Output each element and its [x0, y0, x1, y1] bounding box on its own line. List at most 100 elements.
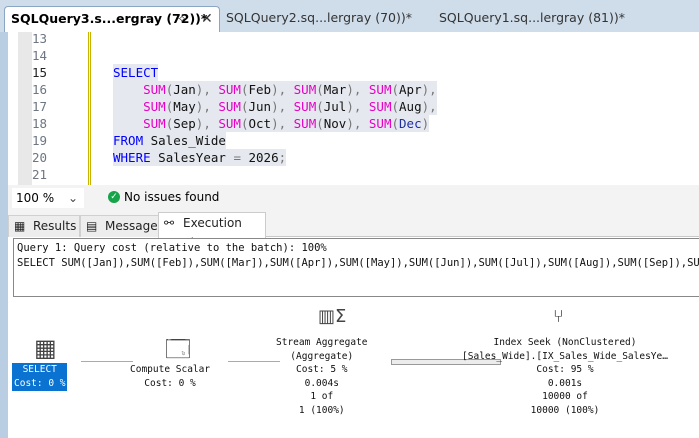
code-token: Oct	[248, 116, 272, 131]
code-line[interactable]: WHERE SalesYear = 2026;	[113, 149, 287, 166]
code-token: Sep	[173, 116, 196, 131]
execution-plan-icon: ⚯	[164, 216, 175, 230]
code-token: Jun	[248, 99, 272, 114]
code-token: =	[233, 150, 241, 165]
code-token: ),	[421, 99, 437, 114]
code-token: Apr	[399, 82, 422, 97]
line-number: 19	[32, 133, 48, 148]
code-token: ),	[271, 82, 294, 97]
tab-results[interactable]: ▦ Results	[8, 215, 80, 237]
code-line[interactable]: FROM Sales_Wide	[113, 132, 226, 149]
issues-status: No issues found	[124, 190, 220, 204]
code-token: Nov	[323, 116, 347, 131]
code-token: Jul	[323, 99, 347, 114]
tab-sqlquery1[interactable]: SQLQuery1.sq...lergray (81))*	[439, 6, 625, 32]
editor-status-bar: 100 % ⌄ ✓ No issues found	[8, 185, 699, 211]
code-token: ),	[195, 99, 219, 114]
chevron-down-icon: ⌄	[67, 191, 78, 205]
code-token: ),	[271, 99, 294, 114]
tab-sqlquery2[interactable]: SQLQuery2.sq...lergray (70))*	[226, 6, 412, 32]
plan-arrow	[228, 361, 280, 362]
code-token: Jan	[173, 82, 196, 97]
change-indicator	[88, 32, 91, 185]
code-token: (	[391, 99, 400, 114]
messages-icon: ▤	[86, 219, 98, 233]
code-token: ),	[195, 116, 219, 131]
plan-node-compute-scalar[interactable]: Compute Scalar Cost: 0 %	[130, 363, 210, 391]
tab-sqlquery3[interactable]: SQLQuery3.s...ergray (72))* ✧ ✕	[4, 6, 220, 32]
code-token: (	[316, 99, 324, 114]
code-token: ),	[346, 99, 369, 114]
close-icon[interactable]: ✕	[201, 7, 213, 31]
line-number: 21	[32, 167, 48, 182]
line-number: 13	[32, 31, 48, 46]
index-seek-icon: ⑂	[553, 306, 564, 327]
code-token: ),	[271, 116, 294, 131]
code-token: ),	[346, 116, 369, 131]
code-token: May	[173, 99, 196, 114]
plan-node-stream-aggregate[interactable]: Stream Aggregate (Aggregate) Cost: 5 % 0…	[276, 336, 368, 417]
code-token: SUM	[143, 99, 166, 114]
code-token: SUM	[143, 116, 166, 131]
line-number: 20	[32, 150, 48, 165]
plan-node-select[interactable]: SELECT Cost: 0 %	[12, 363, 68, 391]
plan-query-header: Query 1: Query cost (relative to the bat…	[13, 238, 699, 297]
code-token: SUM	[218, 99, 241, 114]
code-line[interactable]: SUM(Sep), SUM(Oct), SUM(Nov), SUM(Dec)	[113, 115, 430, 132]
code-line[interactable]: SELECT	[113, 64, 159, 81]
document-tab-bar: SQLQuery3.s...ergray (72))* ✧ ✕ SQLQuery…	[0, 0, 699, 32]
code-token: ),	[346, 82, 369, 97]
code-token: 2026	[240, 150, 279, 165]
code-token: SUM	[218, 82, 241, 97]
pin-icon[interactable]: ✧	[177, 7, 187, 31]
stream-aggregate-icon: ▥Σ	[318, 306, 347, 327]
code-token: (	[391, 116, 400, 131]
line-number: 14	[32, 48, 48, 63]
code-token: SUM	[143, 82, 166, 97]
code-token: (	[391, 82, 400, 97]
code-token: SUM	[368, 82, 392, 97]
tab-messages[interactable]: ▤ Messages	[80, 215, 166, 237]
code-token: FROM	[113, 133, 144, 148]
code-token: WHERE	[113, 150, 151, 165]
code-token: ),	[421, 82, 437, 97]
tab-execution-plan[interactable]: ⚯Execution plan	[158, 212, 266, 250]
code-token: Dec	[399, 116, 422, 131]
code-editor[interactable]: 13 14 15 SELECT 16 SUM(Jan), SUM(Feb), SUM(M…	[8, 31, 699, 185]
line-number: 15	[32, 65, 48, 80]
code-token: SELECT	[113, 65, 159, 80]
zoom-select[interactable]: 100 % ⌄	[12, 188, 84, 208]
code-token: SUM	[368, 116, 392, 131]
line-number: 17	[32, 99, 48, 114]
execution-plan-canvas[interactable]: ▦ SELECT Cost: 0 % 🗔 Compute Scalar Cost…	[8, 298, 699, 438]
code-token: Feb	[248, 82, 272, 97]
code-token: Sales_Wide	[143, 133, 226, 148]
code-token: (	[316, 82, 324, 97]
grid-icon: ▦	[14, 219, 26, 233]
code-token: )	[421, 116, 430, 131]
code-line[interactable]: SUM(May), SUM(Jun), SUM(Jul), SUM(Aug),	[113, 98, 437, 115]
check-circle-icon: ✓	[108, 191, 120, 203]
code-token: SUM	[368, 99, 392, 114]
gutter	[18, 32, 32, 185]
plan-node-index-seek[interactable]: Index Seek (NonClustered) [Sales_Wide].[…	[445, 336, 685, 417]
line-number: 18	[32, 116, 48, 131]
code-token: Mar	[323, 82, 347, 97]
code-line[interactable]: SUM(Jan), SUM(Feb), SUM(Mar), SUM(Apr),	[113, 81, 437, 98]
code-token: (	[316, 116, 324, 131]
plan-arrow	[81, 361, 133, 362]
code-token: SalesYear	[150, 150, 234, 165]
select-table-icon: ▦	[34, 334, 57, 362]
result-tabs: ▦Results ▤Messages ⚯Execution plan	[8, 211, 699, 250]
code-token: SUM	[218, 116, 241, 131]
window-frame	[0, 0, 8, 438]
code-token: Aug	[399, 99, 422, 114]
code-token: SUM	[293, 116, 317, 131]
line-number: 16	[32, 82, 48, 97]
code-token: SUM	[293, 99, 317, 114]
code-token: ),	[195, 82, 219, 97]
code-token: ;	[278, 150, 287, 165]
